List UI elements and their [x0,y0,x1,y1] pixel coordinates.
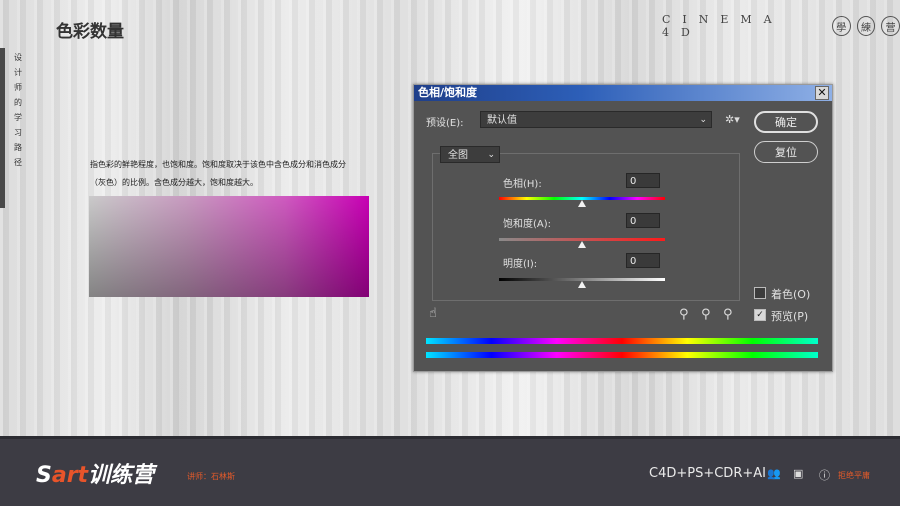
logo: Sart训练营 [36,457,154,489]
dialog-titlebar[interactable]: 色相/饱和度 ✕ [414,85,832,101]
brand-circle-2: 練 [856,16,876,36]
saturation-swatch [89,196,369,297]
preset-dropdown[interactable]: 默认值 ⌄ [480,111,712,128]
slogan: 拒绝平庸 [838,471,870,480]
saturation-slider-thumb[interactable] [578,241,586,248]
output-color-bar [426,352,818,358]
preset-label: 预设(E): [426,118,464,129]
sidebar-char: 师 [14,83,22,92]
logo-s: S [36,463,52,488]
logo-art: art [51,463,89,488]
sidebar-char: 习 [14,128,22,137]
hue-slider-thumb[interactable] [578,200,586,207]
teacher-label: 讲师：石林斯 [187,472,235,481]
lightness-input[interactable]: 0 [626,253,660,268]
ok-button[interactable]: 确定 [754,111,818,133]
hue-saturation-dialog: 色相/饱和度 ✕ 预设(E): 默认值 ⌄ ✲▾ 确定 复位 全图 ⌄ 色相(H… [413,84,833,372]
footer-bar: Sart训练营 讲师：石林斯 C4D+PS+CDR+AI 👥 ▣ ⓘ 拒绝平庸 [0,436,900,506]
targeted-adjustment-hand-icon[interactable]: ☝ [429,306,437,321]
chevron-down-icon: ⌄ [487,150,495,160]
dialog-title: 色相/饱和度 [418,86,478,99]
sidebar-char: 设 [14,53,22,62]
brand-header: CINEMA 4D 學 練 营 [662,13,900,39]
group-icon: 👥 [767,467,781,480]
colorize-label: 着色(O) [771,288,811,301]
eyedropper-plus-icon[interactable]: ⚲ [701,307,711,322]
sidebar-char: 路 [14,143,22,152]
sidebar-char: 计 [14,68,22,77]
saturation-input[interactable]: 0 [626,213,660,228]
eyedropper-icon[interactable]: ⚲ [679,307,689,322]
input-color-bar [426,338,818,344]
sidebar-char: 径 [14,158,22,167]
colorize-checkbox[interactable] [754,287,766,299]
close-button[interactable]: ✕ [815,86,829,100]
chevron-down-icon: ⌄ [699,115,707,125]
sidebar-char: 学 [14,113,22,122]
page-title: 色彩数量 [56,22,124,42]
monitor-icon: ▣ [793,467,804,480]
brand-circle-1: 學 [831,16,851,36]
gear-icon[interactable]: ✲▾ [725,113,740,126]
sidebar-accent-bar [0,48,5,208]
description-text: 指色彩的鲜艳程度，也饱和度。饱和度取决于该色中含色成分和消色成分（灰色）的比例。… [90,160,346,187]
logo-cn: 训练营 [88,463,155,488]
hue-input[interactable]: 0 [626,173,660,188]
sidebar-vertical-text: 设 计 师 的 学 习 路 径 [12,50,24,170]
course-list: C4D+PS+CDR+AI [649,466,766,481]
info-icon: ⓘ [819,469,830,482]
brand-text: CINEMA 4D [662,13,784,39]
channel-dropdown[interactable]: 全图 ⌄ [440,146,500,163]
hue-label: 色相(H): [503,179,542,190]
reset-button[interactable]: 复位 [754,141,818,163]
lightness-label: 明度(I): [503,259,538,270]
saturation-label: 饱和度(A): [503,219,552,230]
preset-value: 默认值 [487,115,517,126]
brand-circle-3: 营 [881,16,900,36]
preview-checkbox[interactable]: ✓ [754,309,766,321]
preview-label: 预览(P) [771,310,809,323]
channel-value: 全图 [448,150,468,161]
eyedropper-minus-icon[interactable]: ⚲ [723,307,733,322]
lightness-slider-thumb[interactable] [578,281,586,288]
sidebar-char: 的 [14,98,22,107]
